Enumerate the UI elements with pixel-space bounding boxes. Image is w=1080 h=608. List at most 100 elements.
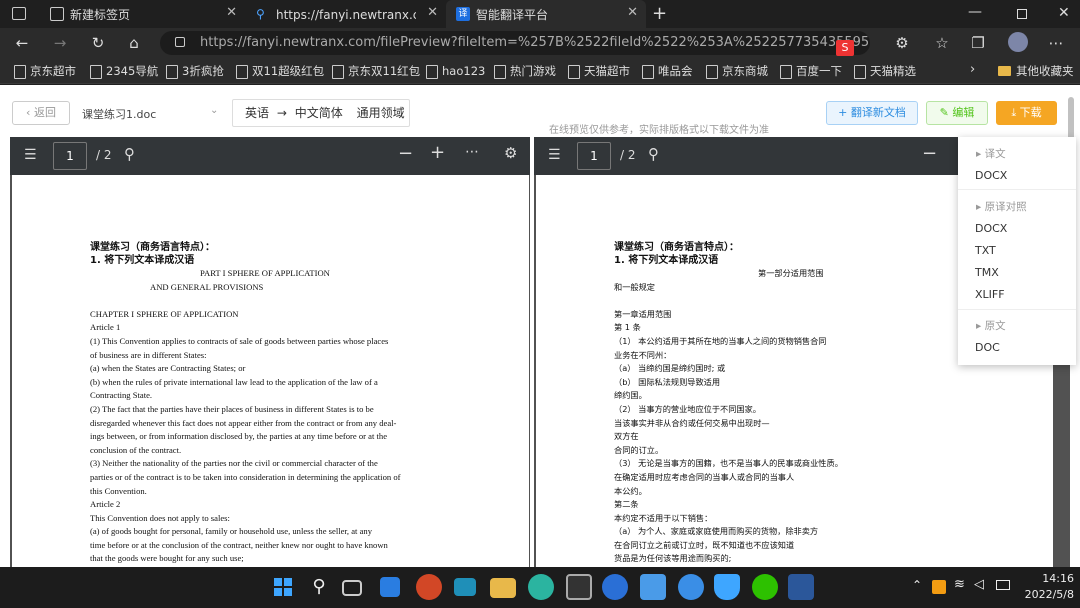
bookmark-item[interactable]: 百度一下 [778,58,842,84]
lock-icon [175,37,185,47]
edit-icon: ✎ [939,106,953,119]
maximize-button[interactable] [1017,9,1027,19]
chevron-down-icon[interactable]: ⌄ [210,105,218,116]
more-menu-icon[interactable]: ⋯ [1044,32,1068,54]
forward-arrow-icon[interactable]: → [48,32,72,54]
minimize-button[interactable]: — [968,4,982,20]
extension-s-icon[interactable]: S [836,40,854,56]
tab-search[interactable]: ⚲ https://fanyi.newtranx.com - 搜索 ✕ [246,0,446,28]
file-explorer-icon[interactable] [490,578,516,598]
wechat-icon[interactable] [752,574,778,600]
translate-new-button[interactable]: + 翻译新文档 [826,101,918,125]
scrollbar[interactable] [1068,97,1074,141]
more-icon[interactable]: ⋯ [465,144,479,160]
extensions-icon[interactable]: ⚙ [890,32,914,54]
app-blue-icon[interactable] [602,574,628,600]
photos-icon[interactable] [640,574,666,600]
tab-label: https://fanyi.newtranx.com - 搜索 [276,7,416,22]
url-text: https://fanyi.newtranx.com/filePreview?f… [200,35,870,50]
security-shield-icon[interactable] [714,574,740,600]
tab-translate[interactable]: 译 智能翻译平台 ✕ [446,0,646,28]
page-input[interactable]: 1 [53,142,87,170]
bookmark-item[interactable]: 热门游戏 [492,58,556,84]
menu-item-bilingual-xliff[interactable]: XLIFF [975,288,1005,301]
home-icon[interactable]: ⌂ [122,32,146,54]
bookmark-item[interactable]: 双11超级红包 [234,58,324,84]
outline-icon[interactable]: ☰ [548,147,561,163]
edit-button[interactable]: ✎ 编辑 [926,101,988,125]
settings-gear-icon[interactable]: ⚙ [504,144,517,162]
new-tab-button[interactable]: + [652,3,667,24]
taskbar: ⚲ ⌃ ≋ ◁ 14:16 2022/5/8 [0,567,1080,608]
menu-item-bilingual-docx[interactable]: DOCX [975,222,1007,235]
wifi-icon[interactable]: ≋ [954,577,965,592]
bookmark-item[interactable]: 天猫超市 [566,58,630,84]
domain-label: 通用领域 [356,106,405,120]
start-icon[interactable] [270,574,296,600]
bookmark-item[interactable]: 京东双11红包 [330,58,420,84]
battery-icon[interactable] [996,580,1010,590]
divider [958,309,1076,310]
window-menu-icon[interactable] [12,7,26,20]
tray-app-icon[interactable] [932,580,946,594]
profile-avatar[interactable] [1008,32,1028,52]
menu-item-original-doc[interactable]: DOC [975,341,1000,354]
page-input[interactable]: 1 [577,142,611,170]
menu-item-bilingual-tmx[interactable]: TMX [975,266,999,279]
close-icon[interactable]: ✕ [427,5,438,20]
back-button[interactable]: ‹ 返回 [12,101,70,125]
chevron-up-icon[interactable]: ⌃ [912,578,922,592]
outline-icon[interactable]: ☰ [24,147,37,163]
doc-line: （3） 无论是当事方的国籍，也不是当事人的民事或商业性质。 [614,458,843,469]
favorites-icon[interactable]: ☆ [930,32,954,54]
edit-label: 编辑 [952,106,975,119]
refresh-icon[interactable]: ↻ [86,32,110,54]
chevron-right-icon[interactable]: › [970,62,975,77]
collections-icon[interactable]: ❐ [966,32,990,54]
bookmark-item[interactable]: 2345导航 [88,58,158,84]
bookmark-item[interactable]: 唯品会 [640,58,693,84]
tab-new[interactable]: 新建标签页 ✕ [40,0,245,28]
address-bar[interactable]: https://fanyi.newtranx.com/filePreview?f… [160,31,870,55]
language-selector[interactable]: 英语 → 中文简体 通用领域 [232,99,410,127]
other-bookmarks[interactable]: 其他收藏夹 [998,58,1074,84]
file-name[interactable]: 课堂练习1.doc [82,106,156,122]
download-label: 下载 [1019,106,1042,119]
media-icon[interactable] [566,574,592,600]
powerpoint-icon[interactable] [416,574,442,600]
bookmark-item[interactable]: 3折疯抢 [164,58,224,84]
menu-item-translation-docx[interactable]: DOCX [975,169,1007,182]
back-arrow-icon[interactable]: ← [10,32,34,54]
clock-date[interactable]: 2022/5/8 [1010,588,1074,601]
search-icon[interactable]: ⚲ [124,145,135,163]
close-icon[interactable]: ✕ [627,5,638,20]
zoom-out-icon[interactable]: − [922,143,937,164]
bookmark-item[interactable]: 京东商城 [704,58,768,84]
menu-item-bilingual-txt[interactable]: TXT [975,244,996,257]
tab-label: 新建标签页 [70,7,131,22]
clock-time[interactable]: 14:16 [1030,572,1074,585]
bookmark-item[interactable]: hao123 [424,58,485,84]
volume-icon[interactable]: ◁ [974,577,984,592]
app-round-icon[interactable] [678,574,704,600]
widgets-icon[interactable] [380,577,400,597]
task-view-icon[interactable] [342,580,362,596]
doc-line: Contracting State. [90,390,153,401]
doc-title: 课堂练习（商务语言特点）： [614,242,739,253]
search-icon[interactable]: ⚲ [648,145,659,163]
preview-notice: 在线预览仅供参考，实际排版格式以下载文件为准 [549,125,769,136]
zoom-out-icon[interactable]: − [398,143,413,164]
search-icon[interactable]: ⚲ [306,574,332,600]
bookmark-item[interactable]: 天猫精选 [852,58,916,84]
doc-subtitle: 1. 将下列文本译成汉语 [614,255,719,266]
edge-icon[interactable] [528,574,554,600]
word-icon[interactable] [788,574,814,600]
close-window-button[interactable]: ✕ [1058,5,1070,21]
close-icon[interactable]: ✕ [226,5,237,20]
doc-line: 缔约国。 [614,390,647,401]
doc-line: 合同的订立。 [614,444,664,455]
zoom-in-icon[interactable]: + [430,142,445,163]
download-button[interactable]: ⤓ 下载 [996,101,1057,125]
bookmark-item[interactable]: 京东超市 [12,58,76,84]
monitor-icon[interactable] [454,578,476,596]
